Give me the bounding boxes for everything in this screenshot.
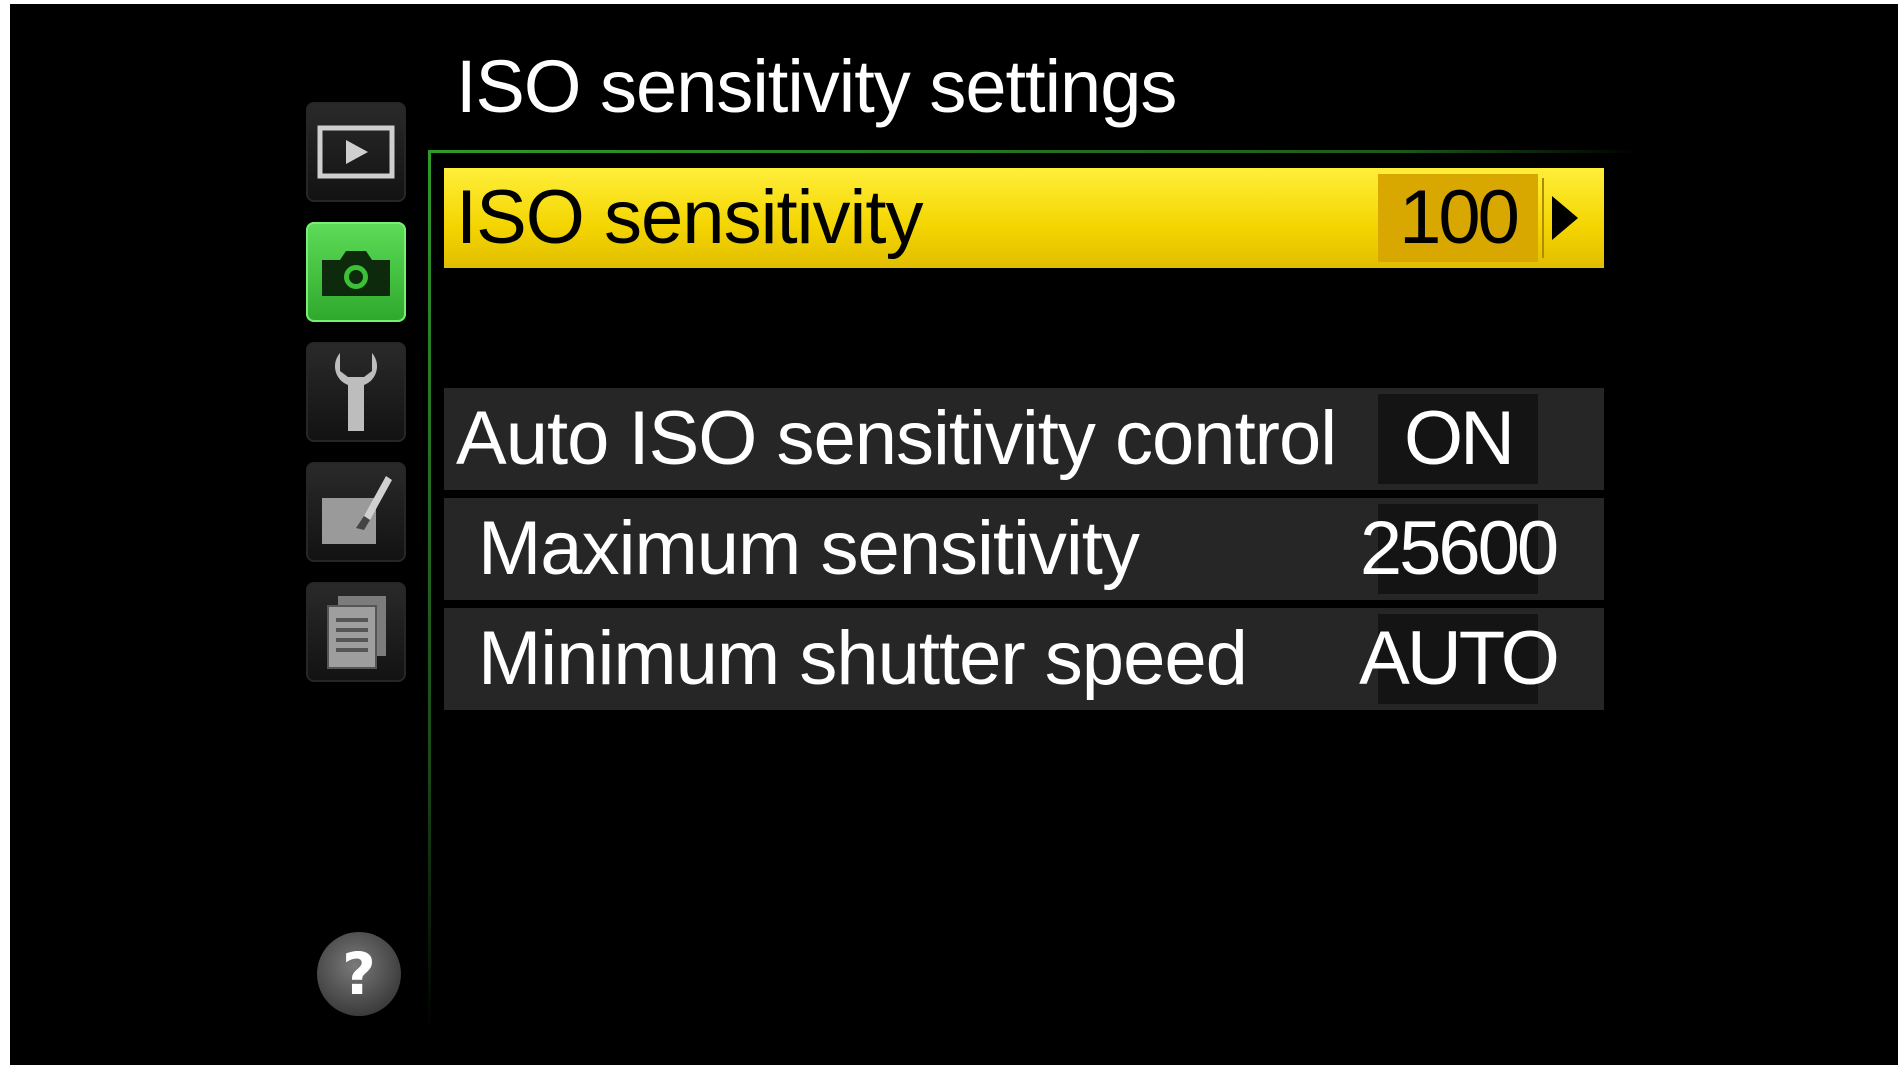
menu-item-label: Auto ISO sensitivity control <box>456 396 1337 481</box>
playback-icon <box>317 125 395 179</box>
divider <box>1542 178 1544 258</box>
menu-item-value: 25600 <box>1360 504 1559 594</box>
menu-item-value: 100 <box>1378 174 1538 262</box>
page-title: ISO sensitivity settings <box>456 45 1177 128</box>
camera-menu-screen: ? ISO sensitivity settings ISO sensitivi… <box>10 4 1898 1065</box>
menu-item-maximum-sensitivity[interactable]: Maximum sensitivity 25600 <box>444 498 1604 600</box>
retouch-brush-icon <box>322 476 392 544</box>
tab-playback[interactable] <box>306 102 406 202</box>
menu-item-label: ISO sensitivity <box>456 175 923 260</box>
tab-shooting[interactable] <box>306 222 406 322</box>
wrench-icon <box>334 353 378 431</box>
menu-item-iso-sensitivity[interactable]: ISO sensitivity 100 <box>444 168 1604 268</box>
frame-divider-horizontal <box>428 150 1638 153</box>
menu-item-auto-iso-control[interactable]: Auto ISO sensitivity control ON <box>444 388 1604 490</box>
tab-retouch[interactable] <box>306 462 406 562</box>
menu-item-label: Minimum shutter speed <box>478 616 1248 701</box>
camera-icon <box>322 251 390 296</box>
tab-recent-settings[interactable] <box>306 582 406 682</box>
tab-setup[interactable] <box>306 342 406 442</box>
menu-item-value: ON <box>1378 394 1538 484</box>
menu-item-value: AUTO <box>1359 614 1560 704</box>
recent-settings-icon <box>327 596 386 669</box>
menu-item-minimum-shutter-speed[interactable]: Minimum shutter speed AUTO <box>444 608 1604 710</box>
help-icon: ? <box>342 940 376 1008</box>
frame-divider-vertical <box>428 150 431 1030</box>
help-button[interactable]: ? <box>317 932 401 1016</box>
chevron-right-icon[interactable] <box>1552 196 1578 240</box>
menu-item-label: Maximum sensitivity <box>478 506 1140 591</box>
